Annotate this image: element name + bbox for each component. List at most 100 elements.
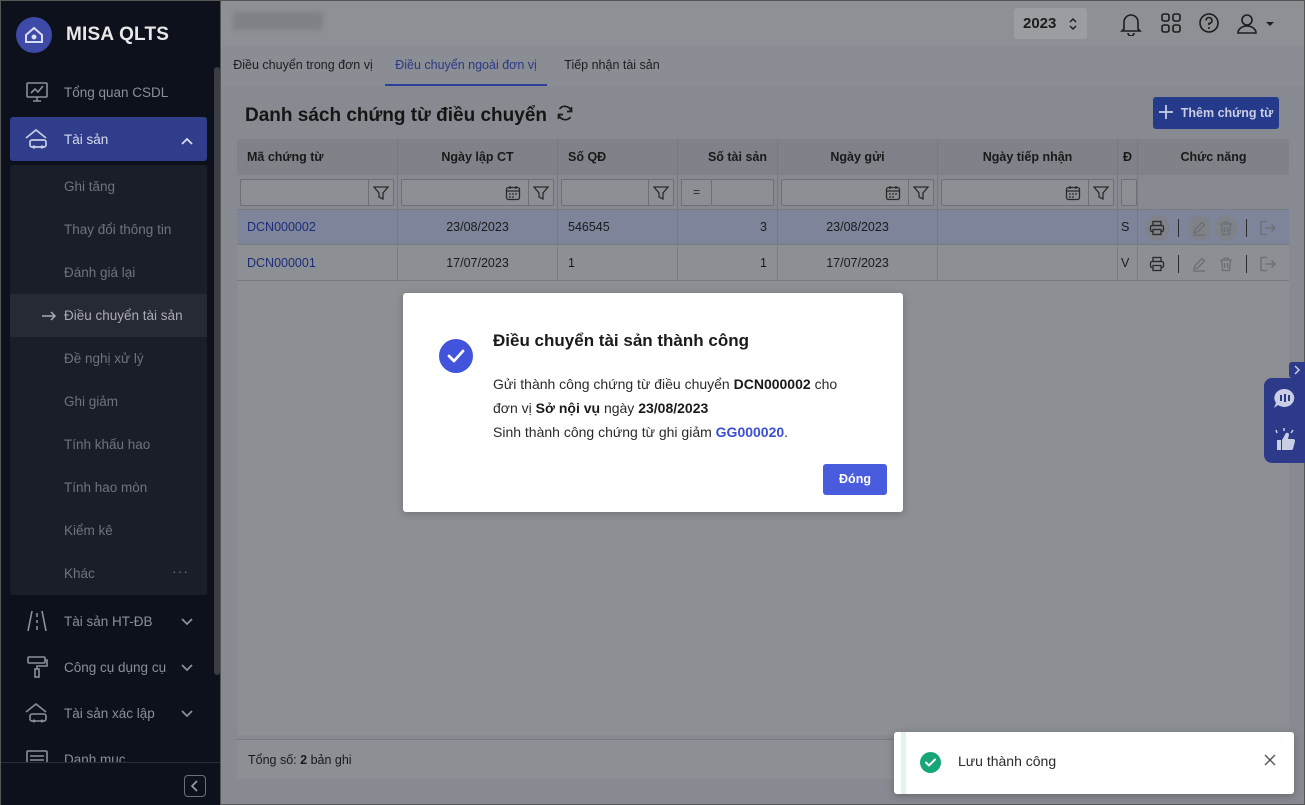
col-code[interactable]: Mã chứng từ <box>237 139 398 175</box>
tab-receive-assets[interactable]: Tiếp nhận tài sản <box>559 46 665 86</box>
refresh-icon[interactable] <box>555 103 575 129</box>
sidebar-item-tools[interactable]: Công cụ dụng cụ <box>10 644 207 690</box>
filter-count-input[interactable] <box>711 179 774 206</box>
plus-icon <box>1158 104 1173 122</box>
table-row[interactable]: DCN000001 17/07/2023 1 1 17/07/2023 V <box>237 246 1289 281</box>
app-name: MISA QLTS <box>66 24 170 45</box>
check-circle-icon <box>920 752 941 773</box>
chevron-up-icon[interactable] <box>181 133 193 148</box>
sidebar-item-label: Tổng quan CSDL <box>64 84 169 100</box>
delete-icon[interactable] <box>1215 251 1238 277</box>
calendar-icon[interactable] <box>1065 185 1081 204</box>
add-document-label: Thêm chứng từ <box>1180 106 1274 120</box>
filter-icon[interactable] <box>912 185 930 204</box>
cell-unit: S <box>1118 210 1138 245</box>
help-icon[interactable] <box>1198 12 1222 36</box>
top-header: 2023 <box>221 0 1305 46</box>
print-icon[interactable] <box>1146 214 1169 241</box>
chevron-down-icon[interactable] <box>181 706 193 721</box>
support-chat-icon[interactable] <box>1273 388 1297 413</box>
float-panel <box>1264 378 1305 463</box>
col-asset-count[interactable]: Số tài sản <box>678 139 778 175</box>
more-icon[interactable]: ··· <box>172 563 189 579</box>
user-menu-icon[interactable] <box>1236 12 1276 36</box>
float-panel-toggle[interactable] <box>1289 362 1305 378</box>
collapse-sidebar-button[interactable] <box>184 775 206 797</box>
filter-sent-date-input[interactable] <box>781 179 934 206</box>
col-unit[interactable]: Đ <box>1118 139 1138 175</box>
apps-grid-icon[interactable] <box>1160 12 1184 36</box>
filter-unit-input[interactable] <box>1121 179 1137 206</box>
subitem-label: Thay đổi thông tin <box>64 222 172 237</box>
filter-code-input[interactable] <box>240 179 394 206</box>
col-date[interactable]: Ngày lập CT <box>398 139 558 175</box>
col-decision[interactable]: Số QĐ <box>558 139 678 175</box>
add-document-button[interactable]: Thêm chứng từ <box>1153 97 1279 129</box>
sidebar-subitem-ghi-tang[interactable]: Ghi tăng <box>10 165 207 208</box>
sidebar-subitem-kiem-ke[interactable]: Kiểm kê <box>10 509 207 552</box>
cell-code[interactable]: DCN000002 <box>237 210 398 245</box>
sidebar-subitem-tinh-khau-hao[interactable]: Tính khấu hao <box>10 423 207 466</box>
feedback-thumbs-up-icon[interactable] <box>1272 428 1298 455</box>
tab-external-transfer[interactable]: Điều chuyển ngoài đơn vị <box>385 46 547 86</box>
msg-transfer-code: DCN000002 <box>733 376 811 392</box>
msg-text: ngày <box>603 400 635 416</box>
table-row[interactable]: DCN000002 23/08/2023 546545 3 23/08/2023… <box>237 210 1289 245</box>
col-sent-date[interactable]: Ngày gửi <box>778 139 938 175</box>
sidebar-item-ht-db[interactable]: Tài sản HT-ĐB <box>10 598 207 644</box>
sidebar-subitem-tinh-hao-mon[interactable]: Tính hao mòn <box>10 466 207 509</box>
filter-icon[interactable] <box>1092 185 1110 204</box>
export-icon[interactable] <box>1256 215 1279 241</box>
subitem-label: Đề nghị xử lý <box>64 351 144 366</box>
decrease-document-link[interactable]: GG000020 <box>716 424 785 440</box>
calendar-icon[interactable] <box>885 185 901 204</box>
spinner-arrows-icon[interactable] <box>1069 17 1077 35</box>
cell-code[interactable]: DCN000001 <box>237 246 398 281</box>
delete-icon[interactable] <box>1214 214 1238 241</box>
toast-message: Lưu thành công <box>958 753 1057 769</box>
row-actions <box>1138 210 1289 245</box>
filter-date-input[interactable] <box>401 179 554 206</box>
sidebar-scrollbar[interactable] <box>214 67 220 675</box>
sidebar: MISA QLTS Tổng quan CSDL Tài sản Ghi tăn… <box>0 0 221 805</box>
sidebar-subitem-danh-gia-lai[interactable]: Đánh giá lại <box>10 251 207 294</box>
sidebar-nav: Tổng quan CSDL Tài sản Ghi tăng Thay đổi… <box>10 69 207 782</box>
sidebar-item-established-assets[interactable]: Tài sản xác lập <box>10 690 207 736</box>
filter-icon[interactable] <box>372 185 390 204</box>
tab-internal-transfer[interactable]: Điều chuyển trong đơn vị <box>233 46 373 86</box>
year-selector[interactable]: 2023 <box>1014 8 1087 39</box>
filter-icon[interactable] <box>652 185 670 204</box>
msg-text: Gửi thành công chứng từ điều chuyển <box>493 376 730 392</box>
export-icon[interactable] <box>1256 251 1279 277</box>
dialog-message: Gửi thành công chứng từ điều chuyển DCN0… <box>493 372 873 444</box>
filter-decision-input[interactable] <box>561 179 674 206</box>
row-actions <box>1138 246 1289 281</box>
msg-text: cho <box>814 376 838 392</box>
chevron-down-icon[interactable] <box>181 660 193 675</box>
sidebar-subitem-dieu-chuyen[interactable]: Điều chuyển tài sản <box>10 294 207 337</box>
paint-roller-icon <box>24 654 50 680</box>
year-value: 2023 <box>1023 15 1057 32</box>
sidebar-subitem-thay-doi-thong-tin[interactable]: Thay đổi thông tin <box>10 208 207 251</box>
check-circle-icon <box>439 339 473 373</box>
edit-icon[interactable] <box>1187 214 1211 241</box>
sidebar-item-overview[interactable]: Tổng quan CSDL <box>10 69 207 115</box>
brand[interactable]: MISA QLTS <box>16 15 169 55</box>
col-received-date[interactable]: Ngày tiếp nhận <box>938 139 1118 175</box>
filter-operator-equals[interactable]: = <box>681 179 711 206</box>
sidebar-subitem-ghi-giam[interactable]: Ghi giảm <box>10 380 207 423</box>
close-dialog-button[interactable]: Đóng <box>823 464 887 495</box>
bell-icon[interactable] <box>1120 12 1144 37</box>
print-icon[interactable] <box>1146 251 1169 277</box>
sidebar-subitem-de-nghi-xu-ly[interactable]: Đề nghị xử lý <box>10 337 207 380</box>
close-icon[interactable] <box>1264 754 1276 769</box>
edit-icon[interactable] <box>1188 251 1211 277</box>
subitem-label: Tính hao mòn <box>64 480 148 495</box>
chevron-down-icon[interactable] <box>181 614 193 629</box>
filter-received-date-input[interactable] <box>941 179 1114 206</box>
cell-sent-date: 23/08/2023 <box>778 210 938 245</box>
sidebar-subitem-khac[interactable]: Khác ··· <box>10 552 207 595</box>
sidebar-item-assets[interactable]: Tài sản <box>10 117 207 161</box>
calendar-icon[interactable] <box>505 185 521 204</box>
filter-icon[interactable] <box>532 185 550 204</box>
